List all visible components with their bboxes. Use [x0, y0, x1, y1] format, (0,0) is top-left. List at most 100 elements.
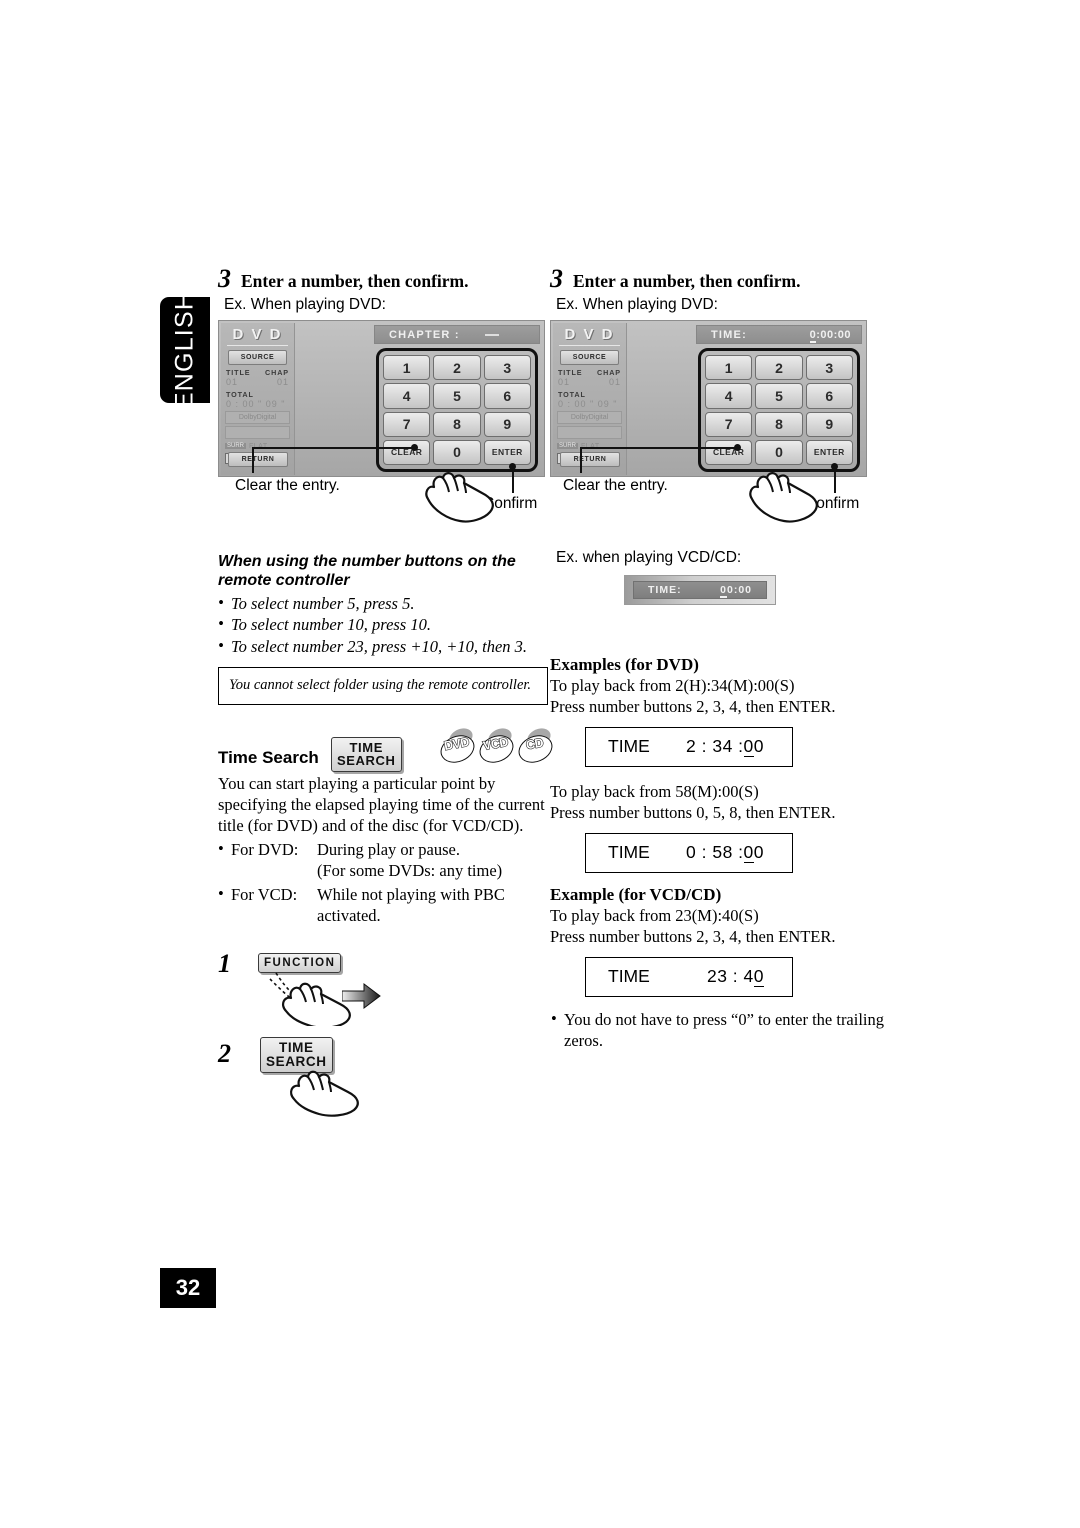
left-key-6[interactable]: 6 — [483, 383, 531, 409]
left-screen-title-label: TITLE — [226, 368, 251, 377]
left-screen-disc-logo: D V D — [232, 326, 283, 343]
left-key-enter[interactable]: ENTER — [483, 439, 531, 465]
examples-dvd-case2-box-value: 0 : 58 :00 — [686, 842, 764, 864]
time-search-condition-dvd: For DVD: During play or pause. — [218, 838, 548, 860]
trailing-zeros-note: You do not have to press “0” to enter th… — [550, 1008, 890, 1052]
right-key-9[interactable]: 9 — [805, 411, 853, 437]
left-column: 3 Enter a number, then confirm. Ex. When… — [218, 266, 557, 1117]
examples-dvd-case2-value-cursor: 0 — [743, 842, 754, 864]
vcd-example-caption: Ex. when playing VCD/CD: — [556, 549, 742, 566]
right-key-6[interactable]: 6 — [805, 383, 853, 409]
right-screen-chap-label: CHAP — [597, 368, 621, 377]
examples-dvd-case2-line2: Press number buttons 0, 5, 8, then ENTER… — [550, 803, 836, 823]
examples-dvd-case1-line1: To play back from 2(H):34(M):00(S) — [550, 676, 795, 695]
right-clear-callout-hline — [580, 447, 737, 449]
time-search-condition-vcd-def: While not playing with PBC — [317, 884, 505, 904]
vcd-time-strip-label: TIME: — [648, 584, 682, 596]
left-step-number: 3 — [218, 264, 231, 293]
action-step-1: 1 FUNCTION — [218, 945, 548, 1026]
action-step-1-number: 1 — [218, 948, 231, 978]
left-key-0[interactable]: 0 — [433, 439, 481, 465]
left-pad-header-cursor — [485, 333, 499, 336]
right-key-8[interactable]: 8 — [755, 411, 803, 437]
example-vcd-line2: Press number buttons 2, 3, 4, then ENTER… — [550, 927, 836, 947]
left-key-clear[interactable]: CLEAR — [383, 439, 431, 465]
left-key-3[interactable]: 3 — [483, 355, 531, 381]
left-step-heading: 3 Enter a number, then confirm. — [218, 266, 548, 292]
pointing-hand-icon — [425, 472, 494, 523]
disc-compatibility-badges: DVD VCD CD — [436, 724, 557, 768]
left-screen-blank-bar — [225, 426, 290, 439]
time-search-chip-line2: SEARCH — [337, 753, 396, 769]
remote-bullet-3: To select number 23, press +10, +10, the… — [218, 635, 548, 657]
vcd-time-strip-value-rest: 0:00 — [726, 584, 752, 596]
left-key-2[interactable]: 2 — [433, 355, 481, 381]
left-screen-title-value: 01 — [226, 377, 239, 387]
examples-dvd-case2-value-plain: 0 : 58 : — [686, 842, 744, 863]
time-search-chip2-line1: TIME — [278, 1039, 314, 1055]
right-screen-title-label: TITLE — [558, 368, 583, 377]
examples-dvd-case1-box-label: TIME — [608, 736, 650, 757]
examples-dvd-case1-value-tail: 0 — [753, 736, 764, 757]
left-pad-header: CHAPTER : — [374, 325, 540, 344]
example-vcd-heading: Example (for VCD/CD) — [550, 884, 722, 904]
left-numeric-keypad[interactable]: 1 2 3 4 5 6 7 8 9 CLEAR 0 ENTER — [376, 348, 538, 472]
left-key-4[interactable]: 4 — [383, 383, 431, 409]
right-key-clear[interactable]: CLEAR — [705, 439, 753, 465]
right-screen-blank-bar — [557, 426, 622, 439]
arrow-right-icon — [342, 982, 381, 1009]
right-screen-title-value: 01 — [558, 377, 571, 387]
right-step-heading: 3 Enter a number, then confirm. — [550, 266, 890, 292]
right-key-4[interactable]: 4 — [705, 383, 753, 409]
right-callout-layer: Clear the entry. Confirm — [550, 444, 880, 539]
remote-controller-section: When using the number buttons on the rem… — [218, 552, 548, 705]
left-confirm-callout-vline — [512, 466, 514, 493]
right-clear-callout-vline — [580, 447, 582, 473]
left-key-5[interactable]: 5 — [433, 383, 481, 409]
time-search-condition-dvd-term: For DVD: — [231, 839, 299, 859]
right-key-2[interactable]: 2 — [755, 355, 803, 381]
left-clear-callout-hline — [252, 447, 414, 449]
right-pad-header-value: 0:00:00 — [809, 328, 851, 343]
left-screen-source-button[interactable]: SOURCE — [228, 350, 287, 365]
right-screen-disc-logo: D V D — [564, 326, 615, 343]
left-key-8[interactable]: 8 — [433, 411, 481, 437]
right-key-enter[interactable]: ENTER — [805, 439, 853, 465]
time-search-button-chip[interactable]: TIME SEARCH — [331, 736, 402, 772]
right-key-7[interactable]: 7 — [705, 411, 753, 437]
right-key-3[interactable]: 3 — [805, 355, 853, 381]
right-screen-audio-format: DolbyDigital — [557, 411, 622, 424]
right-screen-source-button[interactable]: SOURCE — [560, 350, 619, 365]
right-screen-total-value: 0 : 00 " 09 " — [558, 399, 618, 409]
examples-dvd-section: Examples (for DVD) To play back from 2(H… — [550, 655, 890, 873]
right-confirm-callout-vline — [834, 466, 836, 493]
left-key-7[interactable]: 7 — [383, 411, 431, 437]
examples-dvd-heading: Examples (for DVD) — [550, 655, 699, 674]
right-screen-chap-value: 01 — [608, 377, 621, 387]
left-example-caption: Ex. When playing DVD: — [224, 296, 386, 313]
left-callout-layer: Clear the entry. Confirm — [218, 444, 548, 539]
left-key-1[interactable]: 1 — [383, 355, 431, 381]
page-number: 32 — [160, 1268, 216, 1308]
examples-dvd-case2-time-box: TIME 0 : 58 :00 — [585, 832, 793, 873]
disc-badge-dvd: DVD — [436, 724, 479, 768]
right-key-5[interactable]: 5 — [755, 383, 803, 409]
right-screen-title-chap-values: 01 01 — [553, 377, 626, 387]
left-key-9[interactable]: 9 — [483, 411, 531, 437]
action-step-2: 2 TIME SEARCH — [218, 1035, 548, 1117]
disc-badge-cd: CD — [514, 724, 557, 768]
right-key-0[interactable]: 0 — [755, 439, 803, 465]
left-screen-chap-value: 01 — [276, 377, 289, 387]
left-screen-eq-row: SURR FLAT — [225, 441, 290, 451]
right-screen-status-panel: D V D SOURCE TITLE CHAP 01 01 TOTAL 0 : … — [553, 323, 627, 475]
left-clear-callout-label: Clear the entry. — [235, 477, 340, 494]
left-screen-return-button[interactable]: RETURN — [228, 452, 288, 467]
example-vcd-line1: To play back from 23(M):40(S) — [550, 905, 759, 925]
example-vcd-box-label: TIME — [608, 966, 650, 987]
right-key-1[interactable]: 1 — [705, 355, 753, 381]
right-screen-return-button[interactable]: RETURN — [560, 452, 620, 467]
vcd-time-strip-inner: TIME: 00:00 — [633, 581, 767, 599]
remote-section-heading: When using the number buttons on the rem… — [218, 553, 516, 590]
right-numeric-keypad[interactable]: 1 2 3 4 5 6 7 8 9 CLEAR 0 ENTER — [698, 348, 860, 472]
action-step-2-number: 2 — [218, 1038, 231, 1068]
